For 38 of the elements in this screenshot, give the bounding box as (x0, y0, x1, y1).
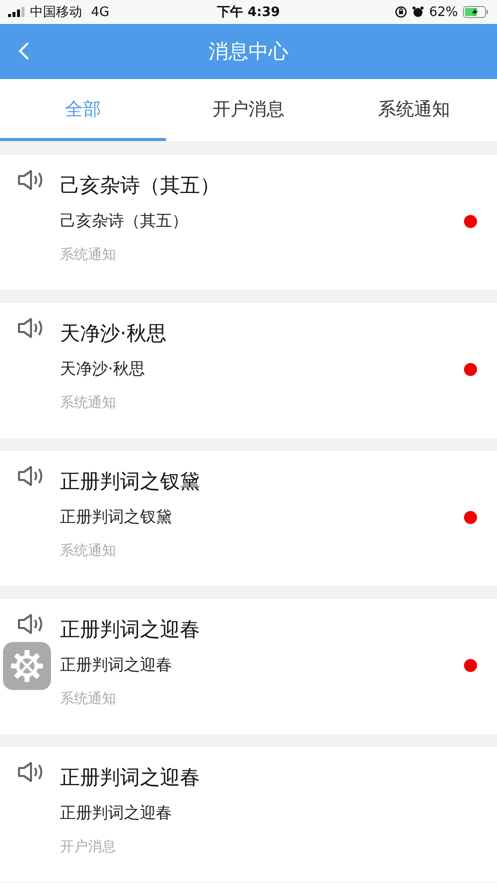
message-card[interactable]: 正册判词之迎春 正册判词之迎春 系统通知 (0, 599, 497, 734)
tab[interactable]: 系统通知 (331, 79, 497, 141)
message-card[interactable]: 正册判词之钗黛 正册判词之钗黛 系统通知 (0, 451, 497, 586)
speaker-icon (17, 465, 45, 487)
message-text: 天净沙·秋思 (60, 359, 146, 380)
message-text: 正册判词之迎春 (60, 655, 172, 676)
speaker-icon (17, 169, 45, 191)
signal-icon (8, 7, 25, 17)
speaker-icon (17, 761, 45, 783)
back-icon (18, 41, 30, 61)
message-title: 正册判词之迎春 (60, 616, 200, 642)
message-category: 开户消息 (60, 838, 117, 856)
message-title: 天净沙·秋思 (60, 320, 166, 346)
message-category: 系统通知 (60, 394, 117, 412)
message-category: 系统通知 (60, 246, 117, 264)
message-card[interactable]: 天净沙·秋思 天净沙·秋思 系统通知 (0, 303, 497, 438)
gear-icon (10, 649, 44, 683)
speaker-icon (17, 317, 45, 339)
battery-percent: 62% (429, 4, 458, 20)
message-text: 正册判词之迎春 (60, 803, 172, 824)
tab[interactable]: 开户消息 (166, 79, 332, 141)
message-category: 系统通知 (60, 690, 117, 708)
assistive-touch-button[interactable] (3, 642, 51, 690)
message-title: 正册判词之迎春 (60, 764, 200, 790)
battery-icon (463, 6, 489, 18)
clock-time: 下午 4:39 (217, 4, 280, 21)
message-text: 正册判词之钗黛 (60, 507, 172, 528)
page-title: 消息中心 (208, 38, 288, 65)
speaker-icon (17, 613, 45, 635)
carrier-name: 中国移动 (30, 4, 82, 21)
message-title: 己亥杂诗（其五） (60, 172, 220, 198)
rotation-lock-icon (395, 6, 408, 18)
message-category: 系统通知 (60, 542, 117, 560)
network-type: 4G (91, 4, 110, 20)
message-title: 正册判词之钗黛 (60, 468, 200, 494)
message-card[interactable]: 正册判词之迎春 正册判词之迎春 开户消息 (0, 747, 497, 882)
message-text: 己亥杂诗（其五） (60, 211, 188, 232)
message-card[interactable]: 己亥杂诗（其五） 己亥杂诗（其五） 系统通知 (0, 155, 497, 290)
